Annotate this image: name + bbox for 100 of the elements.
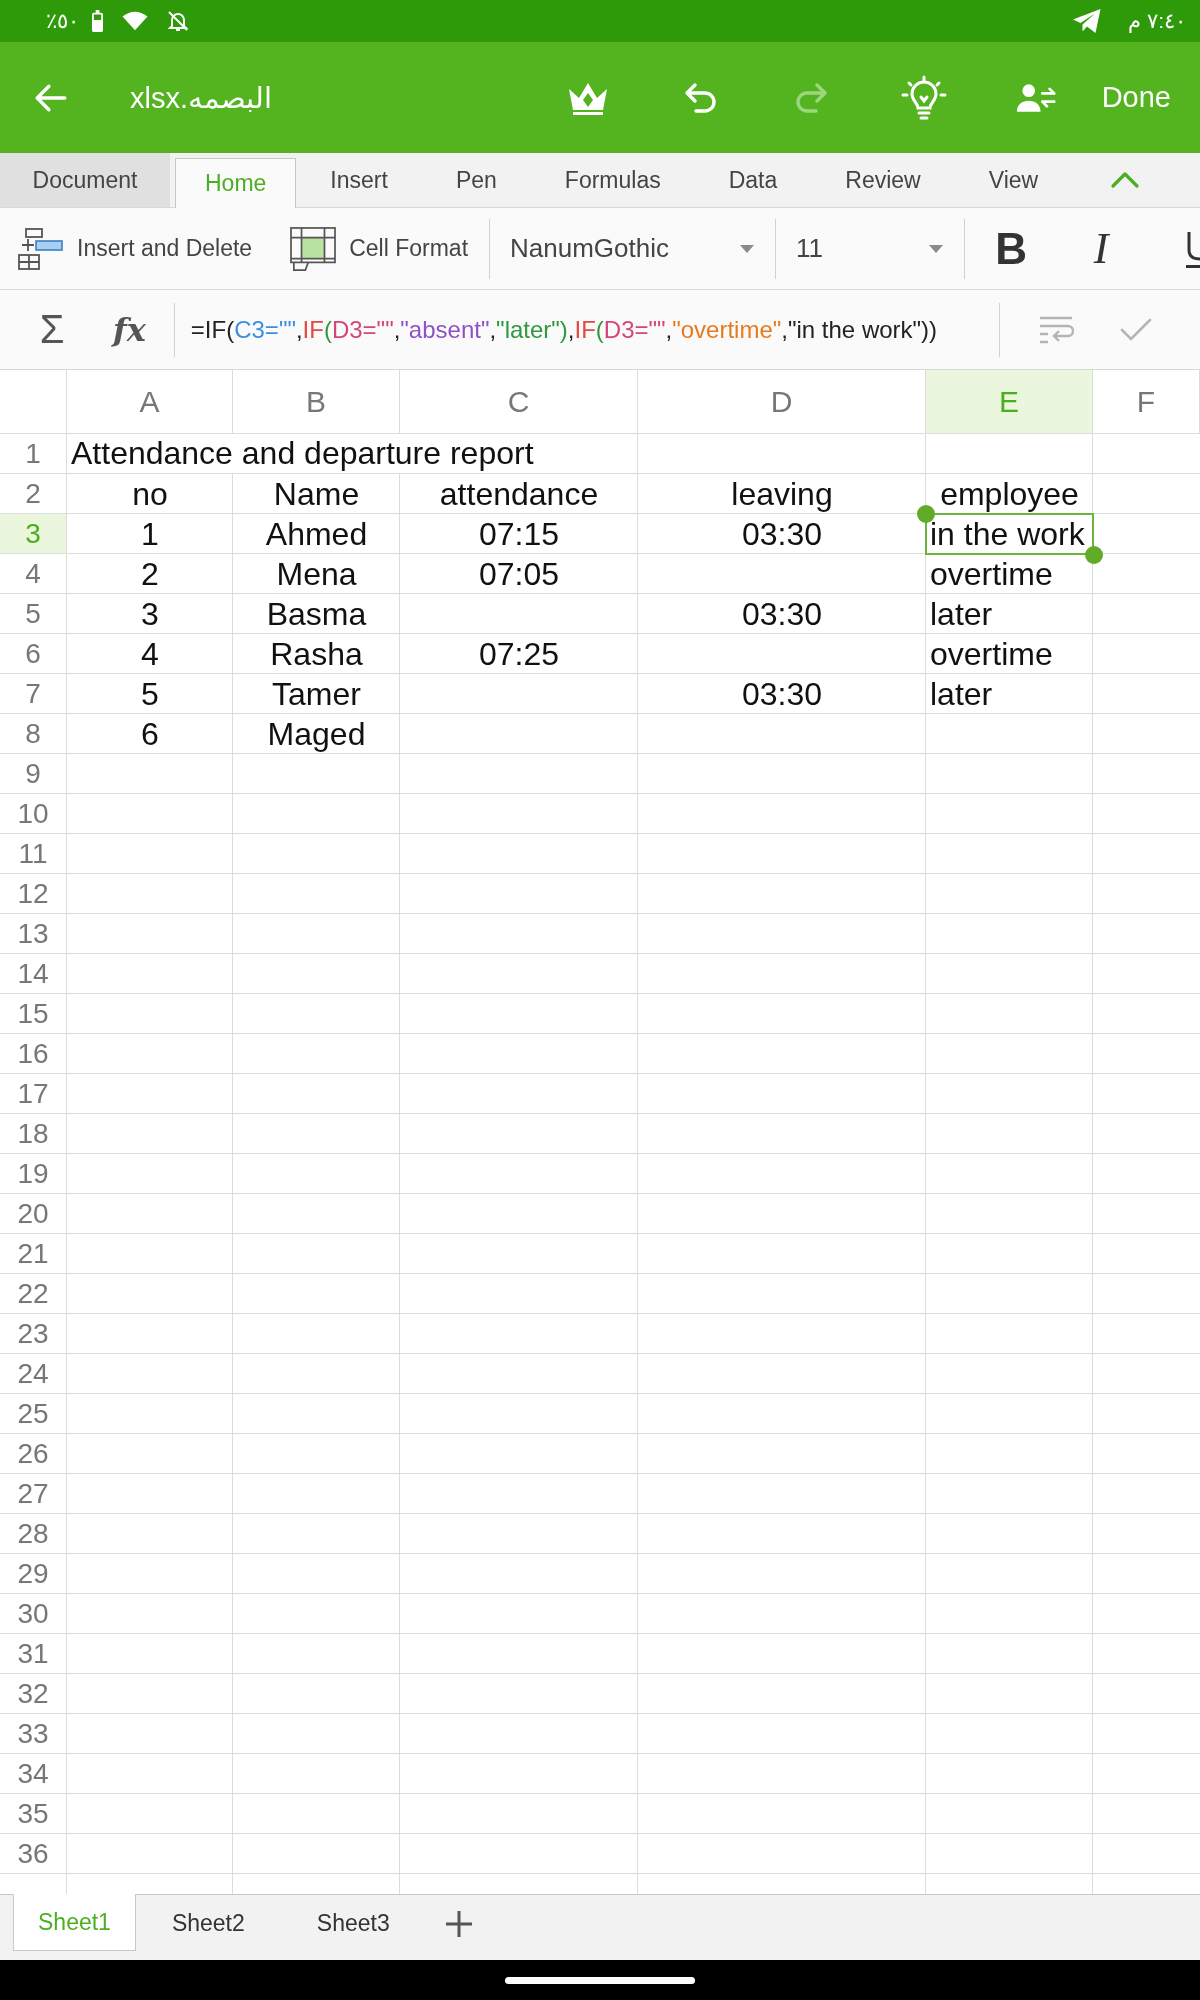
paper-plane-icon	[1072, 8, 1103, 34]
row-header[interactable]: 36	[0, 1834, 67, 1874]
table-cell: Ahmed	[265, 516, 368, 552]
table-cell: employee	[940, 476, 1079, 512]
table-cell: 07:15	[478, 516, 560, 552]
table-cell: later	[930, 596, 993, 632]
clock: ٧:٤٠ م	[1128, 9, 1186, 33]
row-header[interactable]: 33	[0, 1714, 67, 1754]
battery-icon	[91, 10, 104, 32]
insert-delete-button[interactable]: Insert and Delete	[18, 226, 253, 271]
table-cell: Maged	[267, 716, 366, 752]
file-title: البصمه.xlsx	[130, 80, 272, 115]
ribbon-tab[interactable]: Data	[694, 153, 812, 207]
row-header[interactable]: 30	[0, 1594, 67, 1634]
table-cell: later	[930, 676, 993, 712]
row-header[interactable]: 32	[0, 1674, 67, 1714]
caret-icon	[740, 244, 755, 253]
bold-button[interactable]: B	[983, 218, 1040, 279]
sheet-tab[interactable]: Sheet2	[135, 1895, 281, 1952]
row-header[interactable]: 7	[0, 674, 67, 714]
ribbon-tab[interactable]: Document	[0, 153, 170, 207]
table-cell: 5	[141, 676, 159, 712]
home-indicator[interactable]	[505, 1976, 695, 1984]
wrap-text-icon[interactable]	[1038, 314, 1074, 345]
table-cell: Basma	[266, 596, 367, 632]
table-cell: 6	[141, 716, 159, 752]
row-header[interactable]: 16	[0, 1034, 67, 1074]
autosum-button[interactable]: Σ	[37, 307, 67, 352]
row-header[interactable]: 17	[0, 1074, 67, 1114]
row-header[interactable]: 29	[0, 1554, 67, 1594]
table-cell: Tamer	[272, 676, 361, 712]
row-header[interactable]: 23	[0, 1314, 67, 1354]
table-cell: 1	[141, 516, 159, 552]
formula-input[interactable]: =IF(C3="",IF(D3="","absent","later"),IF(D3="","overtime","in the work"))	[174, 315, 999, 344]
row-header[interactable]: 27	[0, 1474, 67, 1514]
lightbulb-icon[interactable]	[900, 74, 947, 121]
row-header[interactable]: 10	[0, 794, 67, 834]
row-header[interactable]: 25	[0, 1394, 67, 1434]
table-cell: no	[132, 476, 168, 512]
row-header[interactable]: 8	[0, 714, 67, 754]
cell-format-button[interactable]: Cell Format	[290, 226, 469, 271]
row-header[interactable]: 21	[0, 1234, 67, 1274]
selection-handle[interactable]	[1085, 546, 1103, 564]
add-sheet-icon[interactable]	[445, 1911, 472, 1937]
cell-format-icon	[290, 226, 337, 271]
row-header[interactable]: 19	[0, 1154, 67, 1194]
ribbon-tab[interactable]: Pen	[421, 153, 531, 207]
checkmark-icon[interactable]	[1120, 317, 1152, 342]
table-cell: leaving	[731, 476, 833, 512]
row-header[interactable]: 13	[0, 914, 67, 954]
ribbon-tab[interactable]: Formulas	[530, 153, 695, 207]
collapse-chevron-icon[interactable]	[1110, 171, 1140, 189]
table-cell: Mena	[276, 556, 357, 592]
ribbon-tab[interactable]: Insert	[296, 153, 422, 207]
table-cell: 4	[141, 636, 159, 672]
done-button[interactable]: Done	[1101, 81, 1171, 114]
sheet-tab[interactable]: Sheet3	[280, 1895, 426, 1952]
row-header[interactable]: 14	[0, 954, 67, 994]
sheet-tab[interactable]: Sheet1	[13, 1894, 136, 1951]
column-header[interactable]: F	[1093, 370, 1200, 434]
row-header[interactable]: 5	[0, 594, 67, 634]
ribbon-tab[interactable]: Home	[175, 158, 297, 208]
battery-percent: ٥٠٪	[46, 9, 79, 33]
table-cell: overtime	[930, 556, 1053, 592]
row-header[interactable]: 6	[0, 634, 67, 674]
row-header[interactable]: 35	[0, 1794, 67, 1834]
table-cell: 03:30	[741, 596, 823, 632]
ribbon-tab[interactable]: View	[954, 153, 1073, 207]
caret-icon	[929, 244, 944, 253]
insert-delete-icon	[18, 226, 64, 271]
row-header[interactable]: 15	[0, 994, 67, 1034]
row-header[interactable]: 26	[0, 1434, 67, 1474]
row-header[interactable]: 28	[0, 1514, 67, 1554]
row-header[interactable]: 31	[0, 1634, 67, 1674]
ribbon-tab[interactable]: Review	[811, 153, 955, 207]
table-cell: Name	[273, 476, 360, 512]
row-header[interactable]: 24	[0, 1354, 67, 1394]
column-header[interactable]: E	[926, 370, 1093, 434]
insert-function-button[interactable]: fx	[113, 310, 146, 349]
table-cell: Rasha	[270, 636, 363, 672]
table-cell: 3	[141, 596, 159, 632]
selection-handle[interactable]	[917, 505, 935, 523]
row-header[interactable]: 9	[0, 754, 67, 794]
row-header[interactable]: 18	[0, 1114, 67, 1154]
table-cell: in the work	[930, 516, 1085, 552]
row-header[interactable]: 4	[0, 554, 67, 594]
row-header[interactable]: 20	[0, 1194, 67, 1234]
wifi-icon	[122, 11, 148, 31]
table-cell: 07:05	[478, 556, 560, 592]
table-cell: attendance	[439, 476, 599, 512]
row-header[interactable]: 34	[0, 1754, 67, 1794]
font-size-dropdown[interactable]: 11	[796, 233, 944, 264]
row-header[interactable]: 12	[0, 874, 67, 914]
row-header[interactable]: 3	[0, 514, 67, 554]
row-header[interactable]: 11	[0, 834, 67, 874]
italic-button[interactable]: I	[1073, 218, 1130, 279]
font-dropdown[interactable]: NanumGothic	[510, 233, 755, 264]
table-cell: 03:30	[741, 676, 823, 712]
row-header[interactable]: 22	[0, 1274, 67, 1314]
notifications-off-icon	[166, 9, 190, 33]
